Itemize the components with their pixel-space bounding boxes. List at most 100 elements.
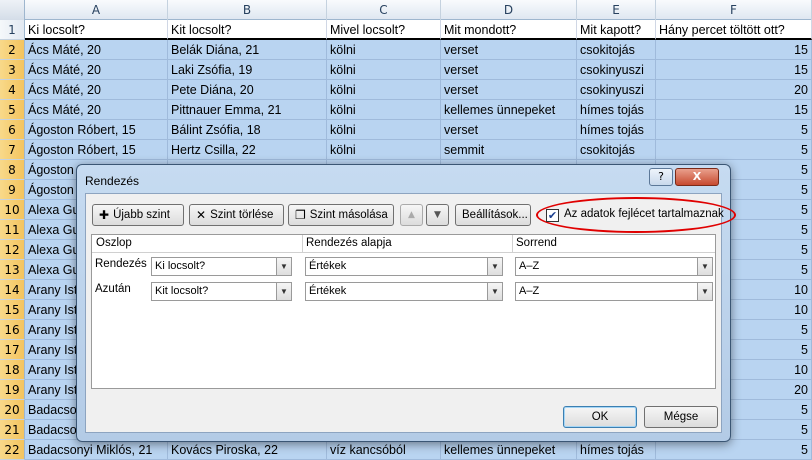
column-header-b[interactable]: B xyxy=(168,0,327,20)
row-header[interactable]: 15 xyxy=(0,300,25,320)
cell[interactable]: Ács Máté, 20 xyxy=(25,80,168,100)
row-header[interactable]: 7 xyxy=(0,140,25,160)
cell[interactable]: csokinyuszi xyxy=(577,60,656,80)
column-header-a[interactable]: A xyxy=(25,0,168,20)
row-header[interactable]: 17 xyxy=(0,340,25,360)
sort-levels-grid: Oszlop Rendezés alapja Sorrend Rendezés … xyxy=(91,234,716,389)
add-level-icon: ✚ xyxy=(99,208,110,222)
cell[interactable]: Badacsonyi Miklós, 21 xyxy=(25,440,168,460)
cell[interactable]: 5 xyxy=(656,120,812,140)
row-header[interactable]: 11 xyxy=(0,220,25,240)
row-header[interactable]: 21 xyxy=(0,420,25,440)
cell[interactable]: kölni xyxy=(327,120,441,140)
level-1-column-select[interactable]: Ki locsolt? ▼ xyxy=(151,257,292,276)
cell[interactable]: hímes tojás xyxy=(577,440,656,460)
row-header[interactable]: 20 xyxy=(0,400,25,420)
cell[interactable]: Laki Zsófia, 19 xyxy=(168,60,327,80)
cell[interactable]: kölni xyxy=(327,140,441,160)
level-1-sort-on-value: Értékek xyxy=(309,260,347,272)
column-header-e[interactable]: E xyxy=(577,0,656,20)
add-level-button[interactable]: ✚ Újabb szint xyxy=(92,204,184,226)
row-header[interactable]: 6 xyxy=(0,120,25,140)
cell[interactable]: verset xyxy=(441,120,577,140)
cell[interactable]: 15 xyxy=(656,60,812,80)
select-all-corner[interactable] xyxy=(0,0,25,20)
cell[interactable]: csokinyuszi xyxy=(577,80,656,100)
row-header[interactable]: 9 xyxy=(0,180,25,200)
cell[interactable]: csokitojás xyxy=(577,140,656,160)
cell[interactable]: Ács Máté, 20 xyxy=(25,40,168,60)
column-header-f[interactable]: F xyxy=(656,0,812,20)
cell[interactable]: Ágoston Róbert, 15 xyxy=(25,120,168,140)
row-header[interactable]: 22 xyxy=(0,440,25,460)
cell[interactable]: verset xyxy=(441,60,577,80)
row-header[interactable]: 5 xyxy=(0,100,25,120)
cell[interactable]: Pittnauer Emma, 21 xyxy=(168,100,327,120)
cell[interactable]: csokitojás xyxy=(577,40,656,60)
cell[interactable]: semmit xyxy=(441,140,577,160)
row-header[interactable]: 19 xyxy=(0,380,25,400)
cell[interactable]: 5 xyxy=(656,440,812,460)
cell[interactable]: verset xyxy=(441,80,577,100)
cell[interactable]: kölni xyxy=(327,80,441,100)
cell[interactable]: Ács Máté, 20 xyxy=(25,100,168,120)
options-label: Beállítások... xyxy=(462,209,528,221)
level-1-sort-on-select[interactable]: Értékek ▼ xyxy=(305,257,503,276)
has-headers-option[interactable]: ✔ Az adatok fejlécet tartalmaznak xyxy=(536,197,738,233)
level-2-order-select[interactable]: A–Z ▼ xyxy=(515,282,713,301)
cell[interactable]: verset xyxy=(441,40,577,60)
cell[interactable]: Bálint Zsófia, 18 xyxy=(168,120,327,140)
cancel-button[interactable]: Mégse xyxy=(644,406,718,428)
move-up-button[interactable]: ▲ xyxy=(400,204,423,226)
cell[interactable]: 15 xyxy=(656,40,812,60)
row-header[interactable]: 14 xyxy=(0,280,25,300)
level-1-order-select[interactable]: A–Z ▼ xyxy=(515,257,713,276)
row-header[interactable]: 4 xyxy=(0,80,25,100)
help-button[interactable]: ? xyxy=(649,168,673,186)
row-header[interactable]: 18 xyxy=(0,360,25,380)
ok-button[interactable]: OK xyxy=(563,406,637,428)
cell[interactable]: 20 xyxy=(656,80,812,100)
delete-icon: ✕ xyxy=(196,208,207,222)
options-button[interactable]: Beállítások... xyxy=(455,204,531,226)
level-2-sort-on-select[interactable]: Értékek ▼ xyxy=(305,282,503,301)
has-headers-checkbox[interactable]: ✔ xyxy=(546,209,559,222)
cell[interactable]: Kovács Piroska, 22 xyxy=(168,440,327,460)
cell[interactable]: Hertz Csilla, 22 xyxy=(168,140,327,160)
cell[interactable]: kölni xyxy=(327,60,441,80)
row-header[interactable]: 16 xyxy=(0,320,25,340)
cell[interactable]: kellemes ünnepeket xyxy=(441,100,577,120)
cell[interactable]: hímes tojás xyxy=(577,120,656,140)
copy-level-button[interactable]: ❐ Szint másolása xyxy=(288,204,394,226)
cell[interactable]: víz kancsóból xyxy=(327,440,441,460)
move-down-button[interactable]: ▼ xyxy=(426,204,449,226)
level-2-column-select[interactable]: Kit locsolt? ▼ xyxy=(151,282,292,301)
row-header[interactable]: 10 xyxy=(0,200,25,220)
cell[interactable]: 5 xyxy=(656,140,812,160)
cell[interactable]: Hány percet töltött ott? xyxy=(656,20,812,40)
row-header[interactable]: 1 xyxy=(0,20,25,40)
cell[interactable]: kölni xyxy=(327,100,441,120)
cell[interactable]: Ágoston Róbert, 15 xyxy=(25,140,168,160)
cell[interactable]: 15 xyxy=(656,100,812,120)
delete-level-button[interactable]: ✕ Szint törlése xyxy=(189,204,284,226)
row-header[interactable]: 3 xyxy=(0,60,25,80)
cell[interactable]: kölni xyxy=(327,40,441,60)
cell[interactable]: hímes tojás xyxy=(577,100,656,120)
cell[interactable]: Ács Máté, 20 xyxy=(25,60,168,80)
column-header-c[interactable]: C xyxy=(327,0,441,20)
cell[interactable]: Kit locsolt? xyxy=(168,20,327,40)
cell[interactable]: Mit kapott? xyxy=(577,20,656,40)
cell[interactable]: Pete Diána, 20 xyxy=(168,80,327,100)
cell[interactable]: Mit mondott? xyxy=(441,20,577,40)
cell[interactable]: Belák Diána, 21 xyxy=(168,40,327,60)
cell[interactable]: Ki locsolt? xyxy=(25,20,168,40)
row-header[interactable]: 8 xyxy=(0,160,25,180)
close-button[interactable]: X xyxy=(675,168,719,186)
row-header[interactable]: 13 xyxy=(0,260,25,280)
cell[interactable]: Mivel locsolt? xyxy=(327,20,441,40)
column-header-d[interactable]: D xyxy=(441,0,577,20)
row-header[interactable]: 12 xyxy=(0,240,25,260)
cell[interactable]: kellemes ünnepeket xyxy=(441,440,577,460)
row-header[interactable]: 2 xyxy=(0,40,25,60)
